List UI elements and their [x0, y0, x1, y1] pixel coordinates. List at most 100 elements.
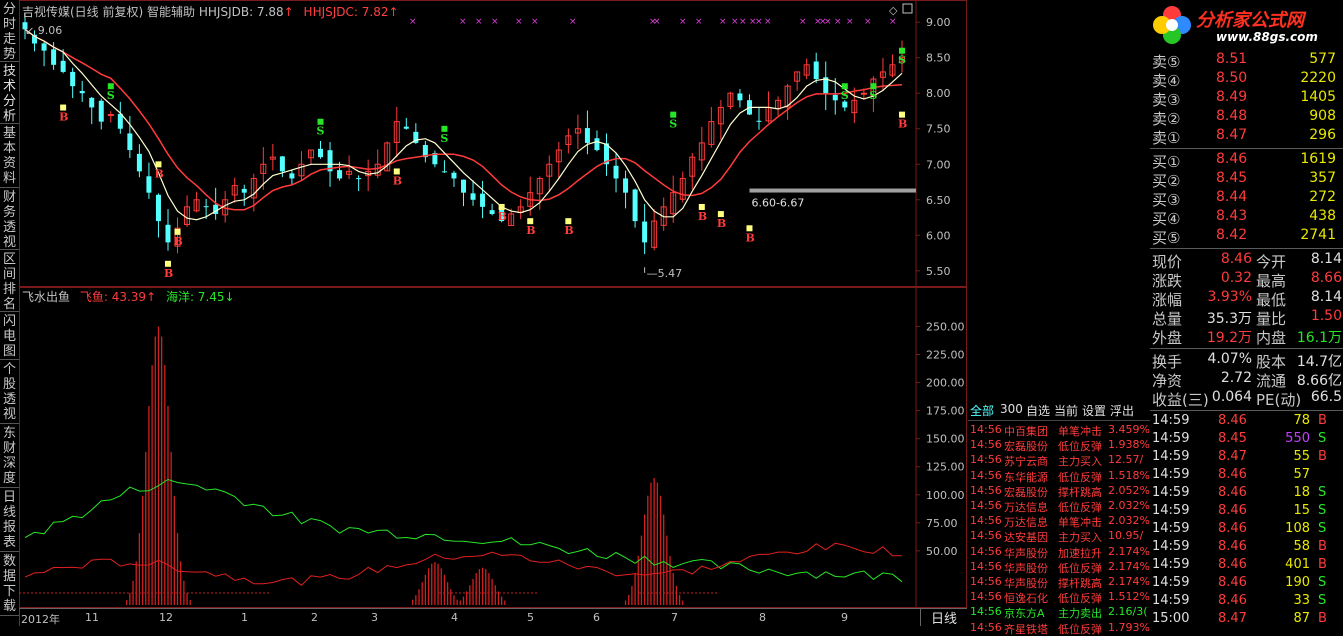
sell-row: 卖⑤ 8.51 577 [1152, 51, 1342, 71]
candle-body [461, 179, 466, 193]
news-tab-2[interactable]: 300 [1000, 402, 1023, 416]
quote-value-2: 8.14 [1310, 289, 1342, 305]
news-pct: 10.95/ [1108, 529, 1144, 543]
news-stock: 东华能源 [1004, 470, 1048, 484]
news-action: 低位反弹 [1058, 561, 1102, 575]
left-tab-7[interactable]: 个股透视 [0, 360, 19, 424]
diamond-icon[interactable]: ◇ [889, 4, 898, 17]
buy-volume: 272 [1309, 189, 1336, 205]
fund-label-1: 换手 [1152, 353, 1183, 371]
signal-s: S [440, 132, 448, 145]
quote-label-1: 涨幅 [1152, 291, 1183, 309]
close-icon[interactable] [902, 3, 913, 14]
ind1-arrow: ↑ [283, 5, 294, 19]
buy-level-label: 买④ [1152, 210, 1181, 228]
trade-side: B [1318, 611, 1327, 626]
candle-body [632, 189, 638, 222]
news-item[interactable]: 14:56 恒逸石化 低位反弹 1.512% [970, 590, 1150, 605]
news-action: 低位反弹 [1058, 592, 1102, 606]
news-item[interactable]: 14:56 万达信息 低位反弹 2.032% [970, 499, 1150, 514]
trade-side: S [1318, 503, 1327, 518]
low-label: —5.47 [647, 267, 683, 280]
trade-time: 14:59 [1152, 503, 1190, 518]
news-action: 主力买入 [1058, 455, 1102, 469]
left-tab-2[interactable]: 技术分析 [0, 62, 19, 124]
candle-body [642, 221, 648, 243]
news-tab-5[interactable]: 设置 [1082, 402, 1106, 419]
trade-price: 8.47 [1218, 611, 1247, 626]
left-tab-5[interactable]: 区间排名 [0, 250, 19, 312]
left-tab-4[interactable]: 财务透视 [0, 188, 19, 250]
candle-body [623, 178, 629, 193]
candle-body [337, 170, 343, 179]
news-time: 14:56 [970, 544, 1002, 558]
candle-body [594, 138, 600, 151]
news-pct: 2.052% [1108, 483, 1150, 497]
news-item[interactable]: 14:56 苏宁云商 主力买入 12.57/ [970, 453, 1150, 468]
trade-row: 14:59 8.46 15 S [1152, 503, 1342, 521]
left-tab-1[interactable]: 分时走势 [0, 0, 19, 62]
news-item[interactable]: 14:56 东华能源 低位反弹 1.518% [970, 469, 1150, 484]
magenta-marker-icon: × [409, 17, 417, 27]
news-time: 14:56 [970, 468, 1002, 482]
magenta-marker-icon: × [695, 17, 703, 27]
trade-volume: 57 [1293, 467, 1310, 482]
candle-body [489, 210, 495, 214]
left-tab-9[interactable]: 日线报表 [0, 488, 19, 552]
quote-label-2: 今开 [1256, 253, 1287, 271]
candle-body [155, 194, 161, 222]
trade-side: S [1318, 521, 1327, 536]
trade-volume: 58 [1293, 539, 1310, 554]
trade-volume: 33 [1293, 593, 1310, 608]
news-time: 14:56 [970, 453, 1002, 467]
trade-row: 14:59 8.46 58 B [1152, 539, 1342, 557]
news-item[interactable]: 14:56 京东方A 主力卖出 2.16/3( [970, 605, 1150, 620]
news-stock: 宏磊股份 [1004, 485, 1048, 499]
x-axis-label: 9 [841, 611, 848, 624]
indicator-tick-label: 75.00 [926, 517, 958, 530]
news-tab-6[interactable]: 浮出 [1110, 402, 1134, 419]
candle-body [107, 114, 114, 117]
left-tab-6[interactable]: 闪电图 [0, 312, 19, 360]
news-time: 14:56 [970, 514, 1002, 528]
period-button[interactable]: 日线 [920, 608, 967, 627]
news-item[interactable]: 14:56 万达信息 单笔冲击 2.032% [970, 514, 1150, 529]
news-item[interactable]: 14:56 华声股份 加速拉升 2.174% [970, 545, 1150, 560]
candle-body [127, 133, 133, 151]
ind1-label: HHJSJDB: 7.88 [198, 5, 284, 19]
news-tab-1[interactable]: 全部 [970, 402, 994, 419]
trade-time: 14:59 [1152, 557, 1190, 572]
news-item[interactable]: 14:56 齐星铁塔 低位反弹 1.793% [970, 621, 1150, 636]
news-tab-3[interactable]: 自选 [1026, 402, 1050, 419]
news-item[interactable]: 14:56 中百集团 单笔冲击 3.459% [970, 423, 1150, 438]
sell-volume: 296 [1309, 127, 1336, 143]
news-item[interactable]: 14:56 宏磊股份 低位反弹 1.938% [970, 438, 1150, 453]
news-pct: 2.174% [1108, 544, 1150, 558]
news-pct: 1.793% [1108, 620, 1150, 634]
news-stock: 华声股份 [1004, 577, 1048, 590]
news-stock: 恒逸石化 [1004, 592, 1048, 606]
quote-value-2: 8.66 [1310, 270, 1342, 286]
news-item[interactable]: 14:56 华声股份 撑杆跳高 2.174% [970, 575, 1150, 590]
trade-time: 14:59 [1152, 431, 1190, 446]
trade-price: 8.47 [1218, 449, 1247, 464]
news-action: 主力卖出 [1058, 607, 1102, 621]
news-pct: 2.174% [1108, 575, 1150, 588]
news-item[interactable]: 14:56 达安基因 主力买入 10.95/ [970, 529, 1150, 544]
left-tab-10[interactable]: 数据下载 [0, 552, 19, 616]
left-tab-3[interactable]: 基本资料 [0, 124, 19, 188]
price-tick-label: 7.50 [926, 123, 951, 136]
left-tab-8[interactable]: 东财深度 [0, 424, 19, 488]
signal-s: S [669, 118, 677, 131]
quote-label-1: 涨跌 [1152, 272, 1183, 290]
range-bar [749, 188, 916, 193]
news-item[interactable]: 14:56 华声股份 低位反弹 2.174% [970, 560, 1150, 575]
trade-row: 14:59 8.46 18 S [1152, 485, 1342, 503]
quote-row: 总量 35.3万 量比 1.50 [1152, 308, 1342, 328]
news-item[interactable]: 14:56 宏磊股份 撑杆跳高 2.052% [970, 484, 1150, 499]
news-stock: 京东方A [1004, 607, 1045, 621]
news-tab-4[interactable]: 当前 [1054, 402, 1078, 419]
x-axis-label: 2012年 [21, 613, 60, 626]
quote-label-2: 内盘 [1256, 329, 1287, 347]
trade-row: 14:59 8.45 550 S [1152, 431, 1342, 449]
